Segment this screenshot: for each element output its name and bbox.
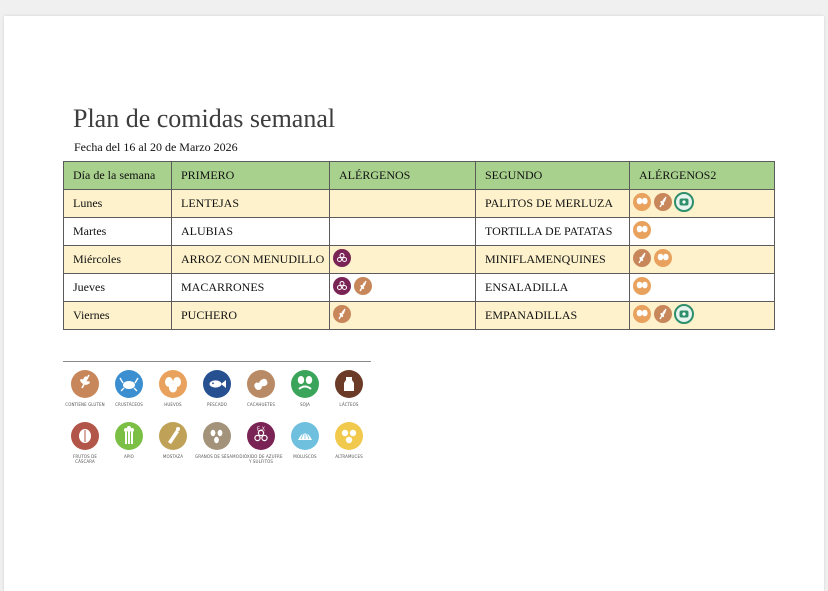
legend-item-gluten: CONTIENE GLUTEN xyxy=(63,369,107,407)
mostaza-icon xyxy=(151,421,195,451)
legend-label: CACAHUETES xyxy=(247,402,275,407)
header-alergenos2: ALÉRGENOS2 xyxy=(629,161,775,190)
table-row: Viernes PUCHERO EMPANADILLAS xyxy=(63,301,775,330)
cacahuetes-icon xyxy=(239,369,283,399)
sulfitos-icon xyxy=(332,248,352,268)
huevos-icon xyxy=(151,369,195,399)
table-row: Miércoles ARROZ CON MENUDILLO MINIFLAMEN… xyxy=(63,245,775,274)
table-row: Jueves MACARRONES ENSALADILLA xyxy=(63,273,775,302)
crustaceos-icon xyxy=(107,369,151,399)
alergenos-cell xyxy=(329,273,476,302)
legend-label: MOLUSCOS xyxy=(293,454,317,459)
gluten-icon xyxy=(353,276,373,296)
huevos-icon xyxy=(632,304,652,324)
gluten-icon xyxy=(63,369,107,399)
alergenos2-cell xyxy=(629,301,775,330)
sesamo-icon xyxy=(195,421,239,451)
day-cell: Martes xyxy=(63,217,172,246)
alergenos2-cell xyxy=(629,189,775,218)
apio-icon xyxy=(107,421,151,451)
legend-item-soja: SOJA xyxy=(283,369,327,407)
sulfitos-icon xyxy=(332,276,352,296)
svg-text:E-X: E-X xyxy=(257,427,266,433)
alergenos2-cell xyxy=(629,245,775,274)
primero-cell: ALUBIAS xyxy=(171,217,330,246)
legend-label: GRANOS DE SÉSAMO xyxy=(195,454,239,459)
pescado-icon xyxy=(674,191,694,212)
header-day: Día de la semana xyxy=(63,161,172,190)
huevos-icon xyxy=(632,220,652,240)
primero-cell: MACARRONES xyxy=(171,273,330,302)
huevos-icon xyxy=(632,192,652,212)
huevos-icon xyxy=(632,276,652,296)
legend-label: PESCADO xyxy=(207,402,227,407)
gluten-icon xyxy=(332,304,352,324)
day-cell: Lunes xyxy=(63,189,172,218)
legend-label: HUEVOS xyxy=(164,402,182,407)
segundo-cell: PALITOS DE MERLUZA xyxy=(475,189,630,218)
day-cell: Miércoles xyxy=(63,245,172,274)
legend-label: CRUSTÁCEOS xyxy=(115,402,143,407)
legend-item-huevos: HUEVOS xyxy=(151,369,195,407)
legend-item-sesamo: GRANOS DE SÉSAMO xyxy=(195,421,239,459)
legend-item-crustaceos: CRUSTÁCEOS xyxy=(107,369,151,407)
day-cell: Viernes xyxy=(63,301,172,330)
header-segundo: SEGUNDO xyxy=(475,161,630,190)
legend-label: CONTIENE GLUTEN xyxy=(65,402,105,407)
legend-item-lacteos: LÁCTEOS xyxy=(327,369,371,407)
table-header-row: Día de la semana PRIMERO ALÉRGENOS SEGUN… xyxy=(63,161,775,190)
legend-item-mostaza: MOSTAZA xyxy=(151,421,195,459)
alergenos-cell xyxy=(329,189,476,218)
segundo-cell: MINIFLAMENQUINES xyxy=(475,245,630,274)
segundo-cell: ENSALADILLA xyxy=(475,273,630,302)
alergenos-cell xyxy=(329,217,476,246)
allergen-legend: CONTIENE GLUTEN CRUSTÁCEOS HUEVOS PESCADO CA… xyxy=(63,361,371,471)
legend-item-pescado: PESCADO xyxy=(195,369,239,407)
primero-cell: LENTEJAS xyxy=(171,189,330,218)
alergenos2-cell xyxy=(629,273,775,302)
legend-item-sulfitos: E-X DIÓXIDO DE AZUFRE Y SULFITOS xyxy=(239,421,283,464)
legend-item-apio: APIO xyxy=(107,421,151,459)
huevos-icon xyxy=(653,248,673,268)
pescado-icon xyxy=(195,369,239,399)
legend-label: LÁCTEOS xyxy=(339,402,359,407)
legend-label: DIÓXIDO DE AZUFRE Y SULFITOS xyxy=(239,454,283,464)
moluscos-icon xyxy=(283,421,327,451)
segundo-cell: TORTILLA DE PATATAS xyxy=(475,217,630,246)
alergenos-cell xyxy=(329,245,476,274)
legend-item-moluscos: MOLUSCOS xyxy=(283,421,327,459)
table-row: Martes ALUBIAS TORTILLA DE PATATAS xyxy=(63,217,775,246)
frutos-icon xyxy=(63,421,107,451)
legend-label: APIO xyxy=(124,454,134,459)
sulfitos-icon: E-X xyxy=(239,421,283,451)
header-primero: PRIMERO xyxy=(171,161,330,190)
pescado-icon xyxy=(674,303,694,324)
gluten-icon xyxy=(653,304,673,324)
primero-cell: ARROZ CON MENUDILLO xyxy=(171,245,330,274)
alergenos-cell xyxy=(329,301,476,330)
soja-icon xyxy=(283,369,327,399)
segundo-cell: EMPANADILLAS xyxy=(475,301,630,330)
legend-label: SOJA xyxy=(300,402,310,407)
legend-label: FRUTOS DE CÁSCARA xyxy=(73,454,97,464)
legend-label: ALTRAMUCES xyxy=(335,454,363,459)
legend-item-cacahuetes: CACAHUETES xyxy=(239,369,283,407)
page-title: Plan de comidas semanal xyxy=(73,104,336,133)
lacteos-icon xyxy=(327,369,371,399)
gluten-icon xyxy=(632,248,652,268)
primero-cell: PUCHERO xyxy=(171,301,330,330)
legend-divider xyxy=(63,361,371,362)
legend-item-altramuces: ALTRAMUCES xyxy=(327,421,371,459)
legend-item-frutos: FRUTOS DE CÁSCARA xyxy=(63,421,107,464)
altramuces-icon xyxy=(327,421,371,451)
alergenos2-cell xyxy=(629,217,775,246)
day-cell: Jueves xyxy=(63,273,172,302)
date-range: Fecha del 16 al 20 de Marzo 2026 xyxy=(74,140,238,154)
meal-plan-table: Día de la semana PRIMERO ALÉRGENOS SEGUN… xyxy=(63,161,775,330)
legend-label: MOSTAZA xyxy=(162,454,184,459)
header-alergenos: ALÉRGENOS xyxy=(329,161,476,190)
gluten-icon xyxy=(653,192,673,212)
table-row: Lunes LENTEJAS PALITOS DE MERLUZA xyxy=(63,189,775,218)
